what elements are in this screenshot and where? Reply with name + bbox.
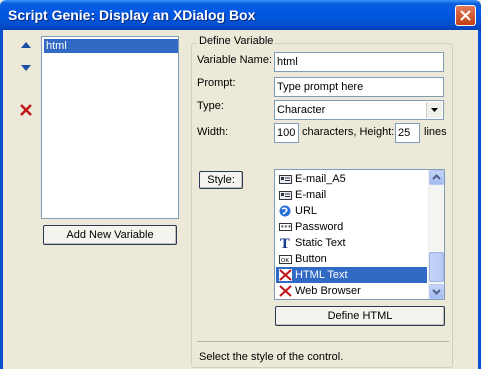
lines-label: lines [424, 126, 447, 138]
type-select-value: Character [277, 104, 326, 116]
list-item[interactable]: OK Button [277, 251, 425, 267]
chevron-down-icon[interactable] [426, 102, 442, 118]
scroll-down-button[interactable] [429, 284, 444, 299]
add-new-variable-button[interactable]: Add New Variable [43, 225, 177, 245]
list-item[interactable]: Web Browser [277, 283, 425, 299]
status-divider [197, 341, 449, 342]
style-button[interactable]: Style: [199, 171, 243, 189]
email-icon [279, 175, 292, 184]
define-variable-legend: Define Variable [197, 35, 276, 47]
variable-list[interactable]: html [41, 36, 179, 219]
html-x-icon [279, 269, 292, 281]
type-select[interactable]: Character [274, 100, 444, 120]
text-t-icon: T [280, 237, 290, 249]
globe-icon [279, 205, 291, 217]
type-label: Type: [197, 100, 224, 112]
list-item[interactable]: T Static Text [277, 235, 425, 251]
variable-name-label: Variable Name: [197, 54, 272, 66]
chevron-down-icon [432, 289, 441, 295]
list-item[interactable]: E-mail_A5 [277, 171, 425, 187]
variable-name-field[interactable]: html [274, 52, 444, 72]
password-icon: *** [279, 223, 292, 232]
list-item[interactable]: E-mail [277, 187, 425, 203]
svg-text:T: T [280, 237, 290, 249]
title-bar: Script Genie: Display an XDialog Box [0, 0, 481, 30]
move-up-icon[interactable] [20, 40, 32, 50]
height-label: characters, Height: [302, 126, 395, 138]
chevron-up-icon [432, 174, 441, 180]
height-field[interactable]: 25 [395, 123, 420, 143]
browser-x-icon [279, 285, 292, 297]
dialog-body: html Add New Variable Define Variable Va… [0, 30, 481, 369]
close-button[interactable] [455, 5, 476, 26]
style-list[interactable]: E-mail_A5 E-mail URL *** Password T Stat… [274, 169, 445, 300]
define-html-button[interactable]: Define HTML [275, 306, 445, 326]
move-down-icon[interactable] [20, 63, 32, 73]
scroll-up-button[interactable] [429, 170, 444, 185]
button-icon: OK [279, 255, 292, 264]
style-list-scrollbar[interactable] [428, 170, 444, 299]
svg-text:OK: OK [281, 258, 289, 264]
delete-icon[interactable] [19, 103, 33, 117]
list-item[interactable]: *** Password [277, 219, 425, 235]
email-icon [279, 191, 292, 200]
list-item-selected[interactable]: HTML Text [277, 267, 425, 283]
svg-text:***: *** [281, 225, 292, 232]
list-item[interactable]: URL [277, 203, 425, 219]
window-title: Script Genie: Display an XDialog Box [8, 7, 256, 23]
prompt-label: Prompt: [197, 77, 236, 89]
close-icon [460, 10, 471, 21]
width-label: Width: [197, 126, 229, 138]
list-item[interactable]: html [44, 39, 178, 53]
scroll-thumb[interactable] [429, 252, 444, 282]
width-field[interactable]: 100 [274, 123, 299, 143]
prompt-field[interactable]: Type prompt here [274, 77, 444, 97]
status-text: Select the style of the control. [199, 351, 344, 363]
